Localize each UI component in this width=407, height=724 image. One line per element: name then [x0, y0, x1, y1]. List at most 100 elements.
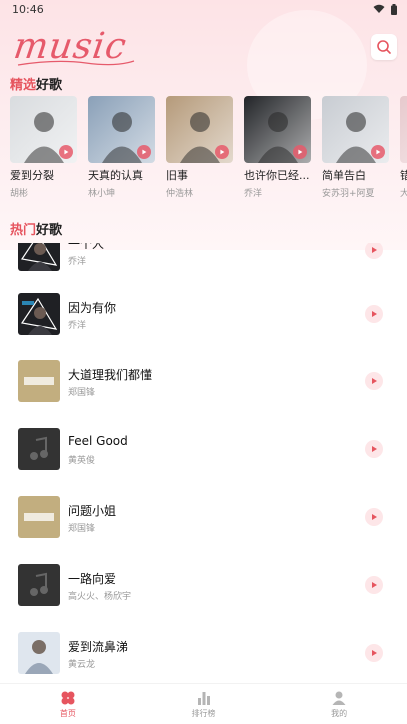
nav-item-home[interactable]: 首页	[0, 684, 136, 724]
play-button[interactable]	[365, 508, 383, 526]
play-icon	[64, 149, 69, 155]
featured-card[interactable]: 错大	[400, 96, 407, 199]
song-cover[interactable]	[18, 496, 60, 538]
play-button[interactable]	[59, 145, 73, 159]
play-icon	[376, 149, 381, 155]
nav-label: 首页	[59, 708, 76, 718]
song-title: 爱到流鼻涕	[68, 640, 129, 654]
song-artist: 乔洋	[68, 257, 87, 267]
song-title: 问题小姐	[68, 504, 117, 518]
song-title: Feel Good	[68, 434, 128, 448]
album-cover[interactable]	[400, 96, 407, 163]
card-title: 天真的认真	[88, 169, 143, 182]
music-note-icon	[18, 428, 60, 470]
nav-label: 我的	[331, 708, 348, 718]
song-cover[interactable]	[18, 293, 60, 335]
card-artist: 安苏羽+阿夏	[322, 189, 375, 199]
song-artist: 黄英俊	[68, 456, 96, 466]
song-artist: 高火火、杨欣宇	[68, 592, 132, 602]
play-icon	[372, 650, 377, 656]
status-time: 10:46	[12, 2, 44, 16]
album-cover[interactable]	[88, 96, 155, 163]
song-cover[interactable]	[18, 632, 60, 674]
gold-cover-art	[18, 360, 60, 402]
wifi-icon	[373, 4, 385, 13]
card-title: 也许你已经...	[244, 169, 310, 182]
song-title: 一个人	[68, 243, 105, 251]
nav-label: 排行榜	[191, 708, 216, 718]
song-title: 大道理我们都懂	[68, 368, 153, 382]
featured-section-title: 精选好歌	[10, 74, 62, 93]
featured-card[interactable]: 爱到分裂 胡彬	[10, 96, 77, 199]
card-title: 错	[400, 169, 407, 182]
play-button[interactable]	[293, 145, 307, 159]
card-artist: 仲浩林	[166, 189, 194, 199]
play-button[interactable]	[365, 243, 383, 259]
nav-item-user[interactable]: 我的	[271, 684, 407, 724]
card-title: 旧事	[166, 169, 188, 182]
search-button[interactable]	[371, 34, 397, 60]
album-cover[interactable]	[166, 96, 233, 163]
play-icon	[372, 378, 377, 384]
card-title: 简单告白	[322, 169, 366, 182]
bottom-navigation: 首页 排行榜 我的	[0, 683, 407, 724]
song-row[interactable]: 一个人 乔洋	[0, 243, 407, 297]
song-cover[interactable]	[18, 564, 60, 606]
battery-icon	[391, 3, 397, 15]
song-title: 一路向爱	[68, 572, 117, 586]
play-button[interactable]	[365, 305, 383, 323]
dark-cover-art	[18, 243, 60, 271]
play-button[interactable]	[365, 576, 383, 594]
play-icon	[298, 149, 303, 155]
featured-card[interactable]: 也许你已经... 乔洋	[244, 96, 311, 199]
user-icon	[332, 691, 346, 705]
song-row[interactable]: 大道理我们都懂 郑国锋	[0, 360, 407, 428]
play-button[interactable]	[137, 145, 151, 159]
song-artist: 郑国锋	[68, 524, 96, 534]
status-icons	[373, 3, 397, 15]
featured-title-highlight: 精选	[10, 78, 37, 93]
song-cover[interactable]	[18, 428, 60, 470]
play-button[interactable]	[371, 145, 385, 159]
song-row[interactable]: 问题小姐 郑国锋	[0, 496, 407, 564]
hot-song-list[interactable]: 一个人 乔洋 因为有你 乔洋 大道理我们都懂 郑国锋 Feel Good 黄英俊 问题小姐 郑国锋…	[0, 243, 407, 683]
play-button[interactable]	[365, 440, 383, 458]
album-cover[interactable]	[10, 96, 77, 163]
gold-cover-art	[18, 496, 60, 538]
chart-icon	[197, 691, 210, 705]
logo-swash	[17, 60, 135, 66]
song-artist: 乔洋	[68, 321, 87, 331]
card-artist: 乔洋	[244, 189, 263, 199]
hot-section-title: 热门好歌	[10, 219, 62, 238]
play-button[interactable]	[215, 145, 229, 159]
search-icon	[377, 40, 391, 54]
photo-cover-art	[18, 632, 60, 674]
play-icon	[220, 149, 225, 155]
song-cover[interactable]	[18, 360, 60, 402]
song-row[interactable]: 爱到流鼻涕 黄云龙	[0, 632, 407, 683]
song-artist: 黄云龙	[68, 660, 96, 670]
dark-cover-art	[18, 293, 60, 335]
status-bar: 10:46	[0, 0, 407, 18]
play-icon	[372, 311, 377, 317]
featured-title-rest: 好歌	[36, 78, 63, 93]
album-cover[interactable]	[244, 96, 311, 163]
play-button[interactable]	[365, 644, 383, 662]
song-row[interactable]: 一路向爱高火火、杨欣宇	[0, 564, 407, 632]
song-row[interactable]: Feel Good 黄英俊	[0, 428, 407, 496]
song-title: 因为有你	[68, 301, 117, 315]
song-cover[interactable]	[18, 243, 60, 271]
featured-card[interactable]: 天真的认真 林小坤	[88, 96, 155, 199]
card-artist: 林小坤	[88, 189, 116, 199]
featured-card[interactable]: 简单告白安苏羽+阿夏	[322, 96, 389, 199]
home-icon	[61, 691, 75, 704]
nav-item-chart[interactable]: 排行榜	[136, 684, 272, 724]
featured-card[interactable]: 旧事 仲浩林	[166, 96, 233, 199]
play-icon	[142, 149, 147, 155]
featured-carousel[interactable]: 爱到分裂 胡彬 天真的认真 林小坤 旧事 仲浩林 也许你已经... 乔洋 简单告白 安苏羽+阿夏错…	[10, 96, 407, 199]
card-artist: 大	[400, 189, 407, 199]
song-row[interactable]: 因为有你 乔洋	[0, 293, 407, 361]
album-cover[interactable]	[322, 96, 389, 163]
play-icon	[372, 514, 377, 520]
play-button[interactable]	[365, 372, 383, 390]
